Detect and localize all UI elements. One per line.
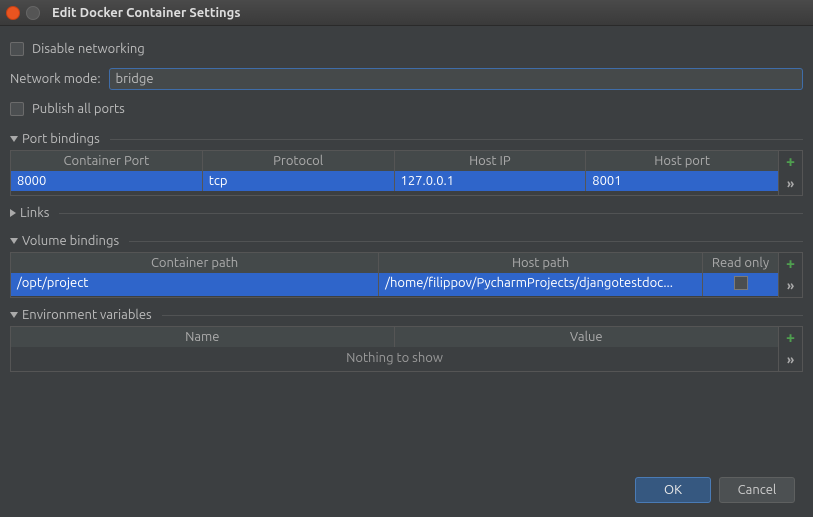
port-bindings-more-button[interactable]: » xyxy=(779,173,802,195)
col-env-value: Value xyxy=(395,327,779,347)
port-bindings-title: Port bindings xyxy=(22,132,100,146)
volume-bindings-table: Container path Host path Read only /opt/… xyxy=(10,252,779,298)
plus-icon: + xyxy=(786,329,795,347)
more-icon: » xyxy=(787,279,794,293)
read-only-checkbox[interactable] xyxy=(734,276,748,290)
cell-read-only xyxy=(703,273,778,296)
col-protocol: Protocol xyxy=(203,151,395,171)
publish-all-ports-label: Publish all ports xyxy=(32,102,125,116)
volume-bindings-title: Volume bindings xyxy=(22,234,119,248)
chevron-down-icon xyxy=(10,312,18,318)
cell-host-port: 8001 xyxy=(586,171,778,191)
volume-bindings-header[interactable]: Volume bindings xyxy=(10,234,803,248)
env-vars-add-button[interactable]: + xyxy=(779,327,802,349)
env-vars-more-button[interactable]: » xyxy=(779,349,802,371)
cell-host-path: /home/filippov/PycharmProjects/djangotes… xyxy=(379,273,703,296)
publish-all-ports-checkbox[interactable] xyxy=(10,102,24,116)
window-close-icon[interactable] xyxy=(6,6,20,20)
col-container-path: Container path xyxy=(11,253,379,273)
col-host-ip: Host IP xyxy=(395,151,587,171)
col-container-port: Container Port xyxy=(11,151,203,171)
more-icon: » xyxy=(787,177,794,191)
network-mode-label: Network mode: xyxy=(10,72,101,86)
more-icon: » xyxy=(787,353,794,367)
network-mode-input[interactable] xyxy=(109,68,803,90)
volume-bindings-more-button[interactable]: » xyxy=(779,275,802,297)
chevron-right-icon xyxy=(10,209,16,217)
plus-icon: + xyxy=(786,255,795,273)
col-read-only: Read only xyxy=(703,253,778,273)
port-bindings-add-button[interactable]: + xyxy=(779,151,802,173)
links-header[interactable]: Links xyxy=(10,206,803,220)
port-bindings-header[interactable]: Port bindings xyxy=(10,132,803,146)
port-bindings-table: Container Port Protocol Host IP Host por… xyxy=(10,150,779,196)
volume-bindings-add-button[interactable]: + xyxy=(779,253,802,275)
ok-button[interactable]: OK xyxy=(635,477,711,503)
links-title: Links xyxy=(20,206,49,220)
table-row[interactable]: 8000 tcp 127.0.0.1 8001 xyxy=(11,171,778,191)
env-vars-title: Environment variables xyxy=(22,308,152,322)
window-title: Edit Docker Container Settings xyxy=(52,6,240,20)
plus-icon: + xyxy=(786,153,795,171)
env-vars-header[interactable]: Environment variables xyxy=(10,308,803,322)
window-minimize-icon[interactable] xyxy=(26,6,40,20)
disable-networking-checkbox[interactable] xyxy=(10,42,24,56)
env-vars-empty: Nothing to show xyxy=(11,347,778,369)
title-bar: Edit Docker Container Settings xyxy=(0,0,813,26)
chevron-down-icon xyxy=(10,238,18,244)
cell-host-ip: 127.0.0.1 xyxy=(395,171,587,191)
col-host-path: Host path xyxy=(379,253,703,273)
cell-container-path: /opt/project xyxy=(11,273,379,296)
table-row[interactable]: /opt/project /home/filippov/PycharmProje… xyxy=(11,273,778,296)
cell-protocol: tcp xyxy=(203,171,395,191)
chevron-down-icon xyxy=(10,136,18,142)
env-vars-table: Name Value Nothing to show xyxy=(10,326,779,372)
cell-container-port: 8000 xyxy=(11,171,203,191)
disable-networking-label: Disable networking xyxy=(32,42,145,56)
col-host-port: Host port xyxy=(586,151,778,171)
cancel-button[interactable]: Cancel xyxy=(719,477,795,503)
col-env-name: Name xyxy=(11,327,395,347)
